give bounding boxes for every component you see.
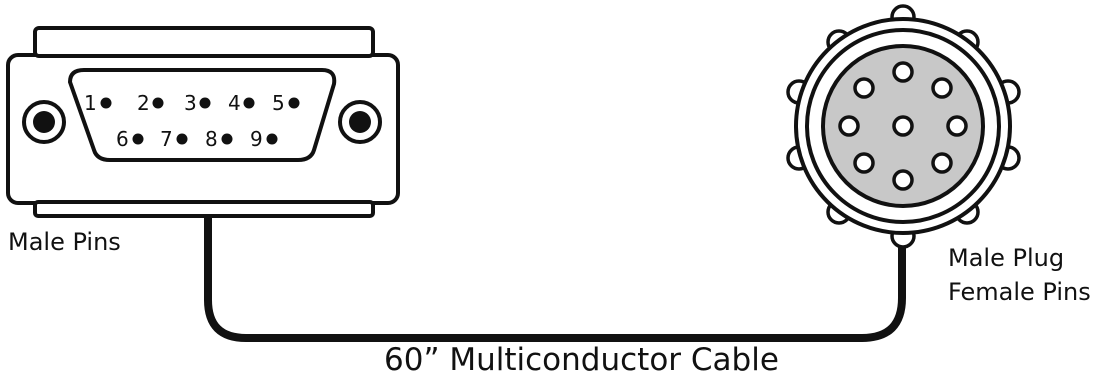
socket-4 (838, 115, 860, 137)
male-pins-label: Male Pins (8, 228, 121, 256)
multiconductor-cable (204, 206, 906, 342)
pin-9-label: 9 (250, 127, 263, 151)
screw-left (22, 100, 66, 144)
female-pins (838, 61, 968, 191)
pin-7-dot (176, 133, 188, 145)
pin-7-label: 7 (160, 127, 173, 151)
db9-shell (67, 68, 337, 162)
socket-3 (931, 77, 953, 99)
socket-7 (853, 152, 875, 174)
socket-6 (946, 115, 968, 137)
db9-connector: 1 2 3 4 5 6 7 8 9 (6, 26, 400, 218)
pin-8-label: 8 (205, 127, 218, 151)
socket-5 (892, 115, 914, 137)
pin-1-dot (100, 97, 112, 109)
pin-2-label: 2 (137, 91, 150, 115)
pin-6-label: 6 (116, 127, 129, 151)
pin-2-dot (152, 97, 164, 109)
socket-8 (931, 152, 953, 174)
pin-3-label: 3 (184, 91, 197, 115)
pin-4-label: 4 (228, 91, 241, 115)
pin-1-label: 1 (84, 91, 97, 115)
male-plug-label: Male Plug (948, 244, 1065, 272)
pin-4-dot (243, 97, 255, 109)
pin-9-dot (266, 133, 278, 145)
pin-3-dot (199, 97, 211, 109)
cable-label: 60” Multiconductor Cable (384, 342, 779, 378)
pin-6-dot (132, 133, 144, 145)
pin-5-label: 5 (272, 91, 285, 115)
socket-9 (892, 169, 914, 191)
circular-plug (786, 4, 1021, 249)
female-pins-label: Female Pins (948, 278, 1091, 306)
cable-diagram: 1 2 3 4 5 6 7 8 9 (6, 4, 1021, 342)
socket-2 (853, 77, 875, 99)
screw-right (338, 100, 382, 144)
pin-5-dot (288, 97, 300, 109)
pin-8-dot (221, 133, 233, 145)
socket-1 (892, 61, 914, 83)
